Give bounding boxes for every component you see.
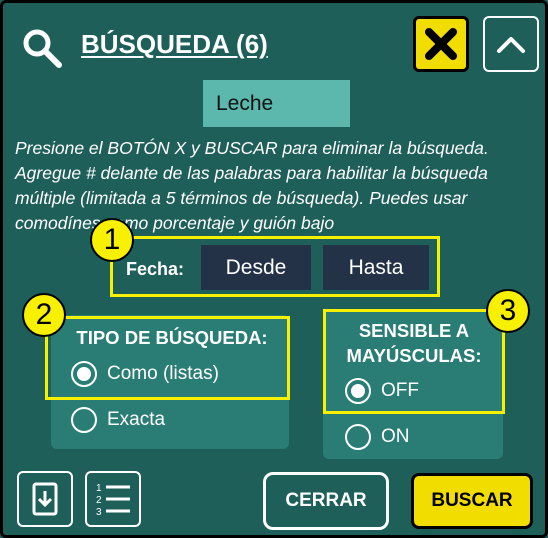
radio-unselected-icon xyxy=(71,407,97,433)
search-input[interactable] xyxy=(203,80,350,127)
numbered-list-button[interactable]: 1 2 3 xyxy=(85,471,141,527)
numbered-list-icon: 1 2 3 xyxy=(96,483,130,518)
option-label: Como (listas) xyxy=(107,363,219,384)
option-label: Exacta xyxy=(107,409,166,430)
svg-text:2: 2 xyxy=(96,495,102,506)
step-badge-1: 1 xyxy=(90,218,134,262)
case-sensitive-title: SENSIBLE A MAYÚSCULAS: xyxy=(346,320,482,366)
step-badge-2: 2 xyxy=(22,293,66,337)
dialog-title: BÚSQUEDA (6) xyxy=(81,29,268,59)
date-from-button[interactable]: Desde xyxy=(201,245,311,290)
help-text: Presione el BOTÓN X y BUSCAR para elimin… xyxy=(15,138,489,233)
case-sensitive-option-on[interactable]: ON xyxy=(345,424,410,450)
radio-selected-icon xyxy=(345,378,371,404)
date-to-button[interactable]: Hasta xyxy=(323,245,429,290)
close-x-icon xyxy=(425,28,457,60)
collapse-button[interactable] xyxy=(483,16,539,72)
download-button[interactable] xyxy=(17,471,73,527)
close-button[interactable]: CERRAR xyxy=(263,472,389,530)
svg-text:3: 3 xyxy=(96,507,102,518)
search-dialog: BÚSQUEDA (6) Presione el BOTÓN X y BUSCA… xyxy=(0,0,548,538)
search-type-title: TIPO DE BÚSQUEDA: xyxy=(76,327,268,348)
download-icon xyxy=(32,482,58,516)
step-badge-3: 3 xyxy=(486,289,530,333)
clear-search-button[interactable] xyxy=(413,16,469,72)
svg-text:1: 1 xyxy=(96,483,102,494)
radio-unselected-icon xyxy=(345,424,371,450)
search-icon xyxy=(23,29,62,68)
search-button[interactable]: BUSCAR xyxy=(411,473,533,529)
chevron-up-icon xyxy=(497,37,525,53)
option-label: ON xyxy=(381,426,410,447)
search-type-option-like[interactable]: Como (listas) xyxy=(71,361,219,387)
radio-selected-icon xyxy=(71,361,97,387)
case-sensitive-option-off[interactable]: OFF xyxy=(345,378,419,404)
date-label: Fecha: xyxy=(126,259,185,279)
search-type-option-exact[interactable]: Exacta xyxy=(71,407,165,433)
option-label: OFF xyxy=(381,380,419,401)
